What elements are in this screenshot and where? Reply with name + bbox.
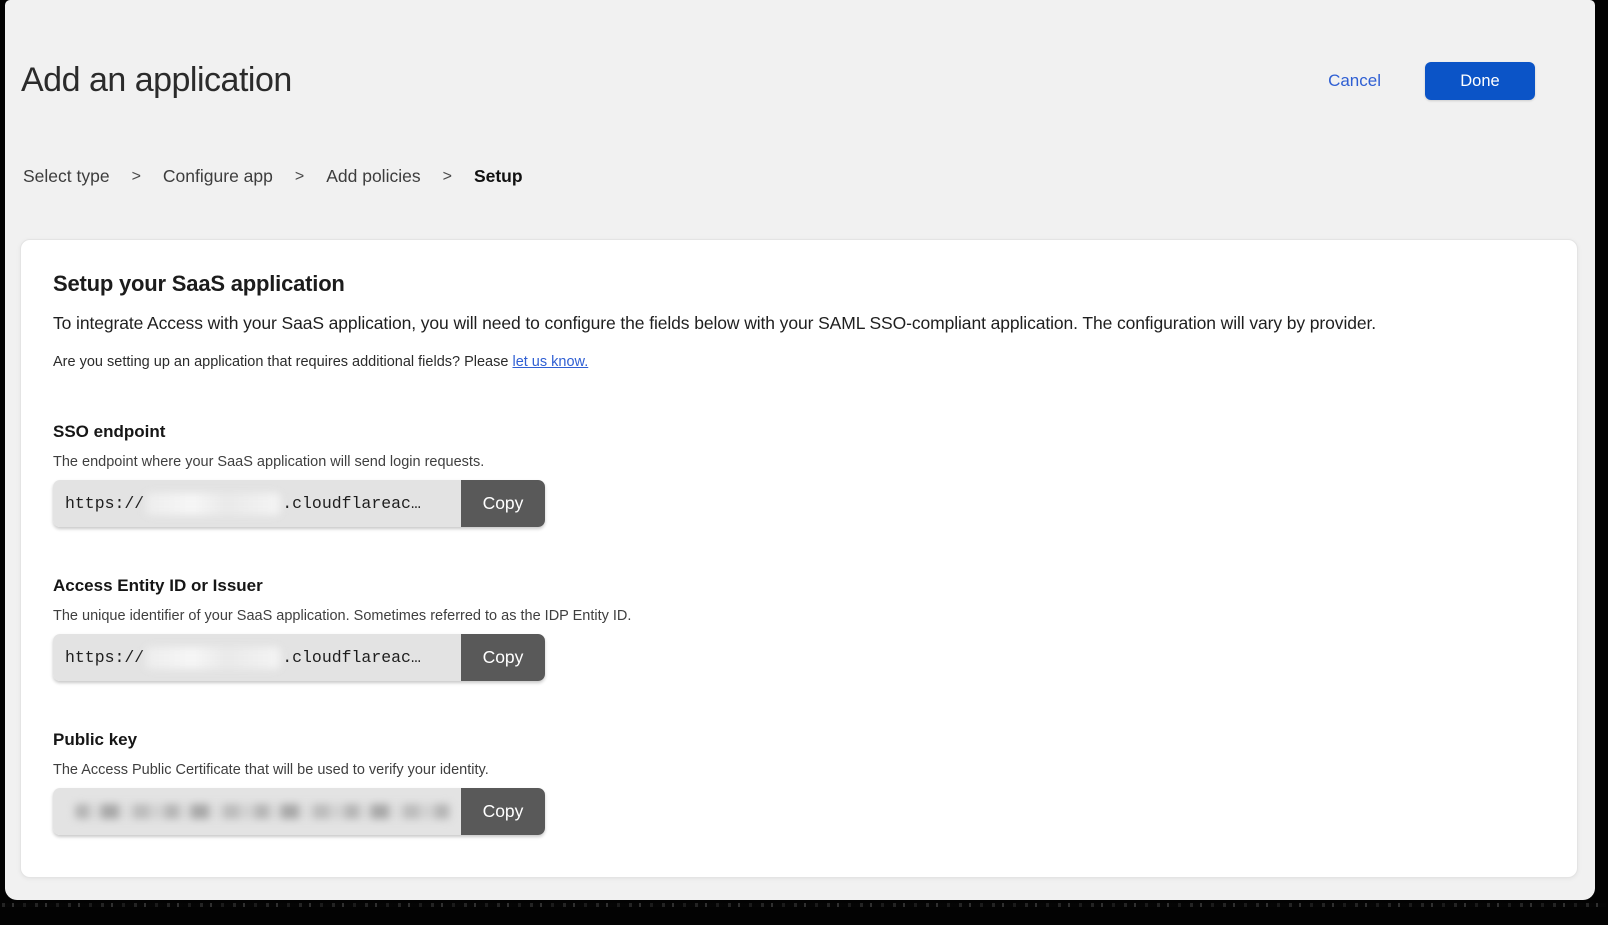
entity-id-value-row: https:// .cloudflareac… Copy	[53, 634, 545, 681]
breadcrumb-separator: >	[443, 168, 452, 186]
field-sso-endpoint: SSO endpoint The endpoint where your Saa…	[53, 422, 1545, 527]
setup-card: Setup your SaaS application To integrate…	[20, 239, 1578, 878]
breadcrumb-select-type[interactable]: Select type	[23, 166, 110, 187]
field-description: The endpoint where your SaaS application…	[53, 454, 1545, 470]
let-us-know-link[interactable]: let us know.	[512, 354, 588, 370]
breadcrumb: Select type > Configure app > Add polici…	[23, 166, 1595, 187]
card-note: Are you setting up an application that r…	[53, 354, 1545, 370]
done-button[interactable]: Done	[1425, 62, 1535, 100]
redacted-value	[146, 647, 280, 669]
breadcrumb-add-policies[interactable]: Add policies	[326, 166, 420, 187]
copy-button[interactable]: Copy	[461, 480, 545, 527]
copy-button[interactable]: Copy	[461, 788, 545, 835]
app-window: Add an application Cancel Done Select ty…	[5, 0, 1595, 900]
bottom-taskbar	[0, 900, 1608, 925]
note-text: Are you setting up an application that r…	[53, 354, 512, 370]
cancel-button[interactable]: Cancel	[1328, 71, 1381, 91]
page-title: Add an application	[21, 58, 292, 102]
card-title: Setup your SaaS application	[53, 271, 1545, 297]
breadcrumb-setup-current: Setup	[474, 166, 523, 187]
breadcrumb-configure-app[interactable]: Configure app	[163, 166, 273, 187]
public-key-value-row: Copy	[53, 788, 545, 835]
redacted-value	[146, 493, 280, 515]
page-header: Add an application Cancel Done	[5, 0, 1595, 102]
public-key-value[interactable]	[53, 788, 461, 835]
field-public-key: Public key The Access Public Certificate…	[53, 730, 1545, 835]
value-prefix: https://	[65, 494, 144, 513]
breadcrumb-separator: >	[132, 168, 141, 186]
field-label: Access Entity ID or Issuer	[53, 576, 1545, 596]
field-description: The unique identifier of your SaaS appli…	[53, 608, 1545, 624]
field-label: SSO endpoint	[53, 422, 1545, 442]
redacted-value	[75, 804, 451, 819]
sso-endpoint-value-row: https:// .cloudflareac… Copy	[53, 480, 545, 527]
sso-endpoint-value[interactable]: https:// .cloudflareac…	[53, 480, 461, 527]
taskbar-noise	[2, 903, 1606, 907]
field-description: The Access Public Certificate that will …	[53, 762, 1545, 778]
entity-id-value[interactable]: https:// .cloudflareac…	[53, 634, 461, 681]
breadcrumb-separator: >	[295, 168, 304, 186]
field-access-entity-id: Access Entity ID or Issuer The unique id…	[53, 576, 1545, 681]
value-suffix: .cloudflareac…	[282, 494, 421, 513]
header-actions: Cancel Done	[1328, 62, 1535, 100]
field-label: Public key	[53, 730, 1545, 750]
copy-button[interactable]: Copy	[461, 634, 545, 681]
card-intro-text: To integrate Access with your SaaS appli…	[53, 312, 1545, 335]
value-prefix: https://	[65, 648, 144, 667]
value-suffix: .cloudflareac…	[282, 648, 421, 667]
